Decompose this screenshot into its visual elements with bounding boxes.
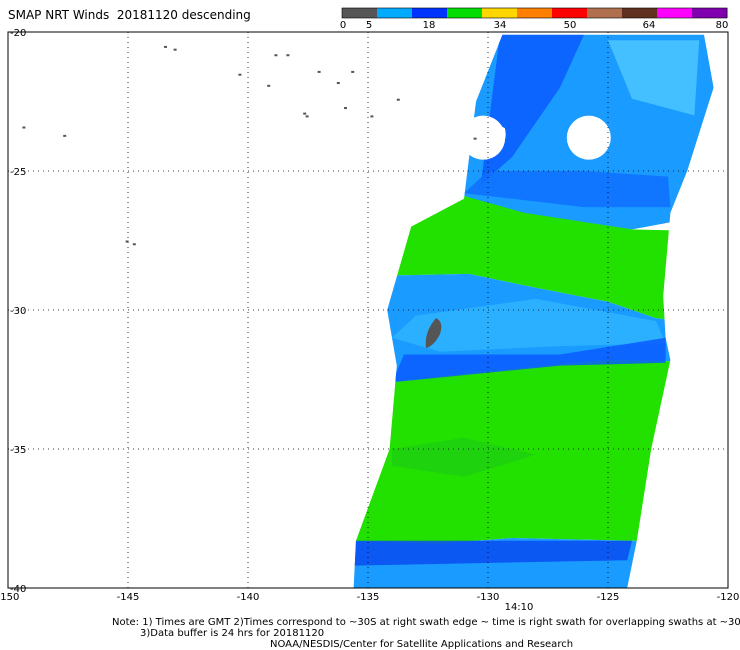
y-tick-label: -35 <box>10 445 26 456</box>
island-marker <box>173 48 177 51</box>
island-marker <box>125 240 129 243</box>
x-tick-label: -145 <box>117 592 140 603</box>
island-marker <box>344 107 347 110</box>
island-marker <box>286 54 290 57</box>
island-marker <box>396 98 400 101</box>
island-marker <box>164 45 167 48</box>
x-tick-label: -135 <box>357 592 380 603</box>
x-tick-label: -140 <box>237 592 260 603</box>
island-marker <box>473 137 477 140</box>
island-marker <box>238 73 242 76</box>
island-marker <box>303 112 307 115</box>
swath-time-label: 14:10 <box>505 602 534 613</box>
note-line-2: 3)Data buffer is 24 hrs for 20181120 <box>140 628 325 639</box>
island-marker <box>336 82 340 85</box>
y-tick-label: -30 <box>10 306 26 317</box>
x-tick-label: -120 <box>717 592 740 603</box>
note-line-3: NOAA/NESDIS/Center for Satellite Applica… <box>270 639 574 650</box>
island-marker <box>274 54 278 57</box>
island-marker <box>63 134 67 137</box>
no-data-hole <box>566 115 611 160</box>
y-tick-label: -25 <box>10 167 26 178</box>
island-marker <box>22 126 26 129</box>
x-tick-label: -125 <box>597 592 620 603</box>
island-marker <box>267 84 271 87</box>
island-marker <box>305 115 309 118</box>
island-marker <box>370 115 374 118</box>
y-tick-label: -20 <box>10 28 26 39</box>
island-marker <box>132 243 136 246</box>
note-line-1: Note: 1) Times are GMT 2)Times correspon… <box>112 617 740 628</box>
island-marker <box>351 70 355 73</box>
wind-map: -150-145-140-135-130-125-120-20-25-30-35… <box>0 28 740 613</box>
x-tick-label: -130 <box>477 592 500 603</box>
wind-swath <box>353 34 714 589</box>
y-tick-label: -40 <box>10 584 26 595</box>
island-marker <box>317 70 321 73</box>
